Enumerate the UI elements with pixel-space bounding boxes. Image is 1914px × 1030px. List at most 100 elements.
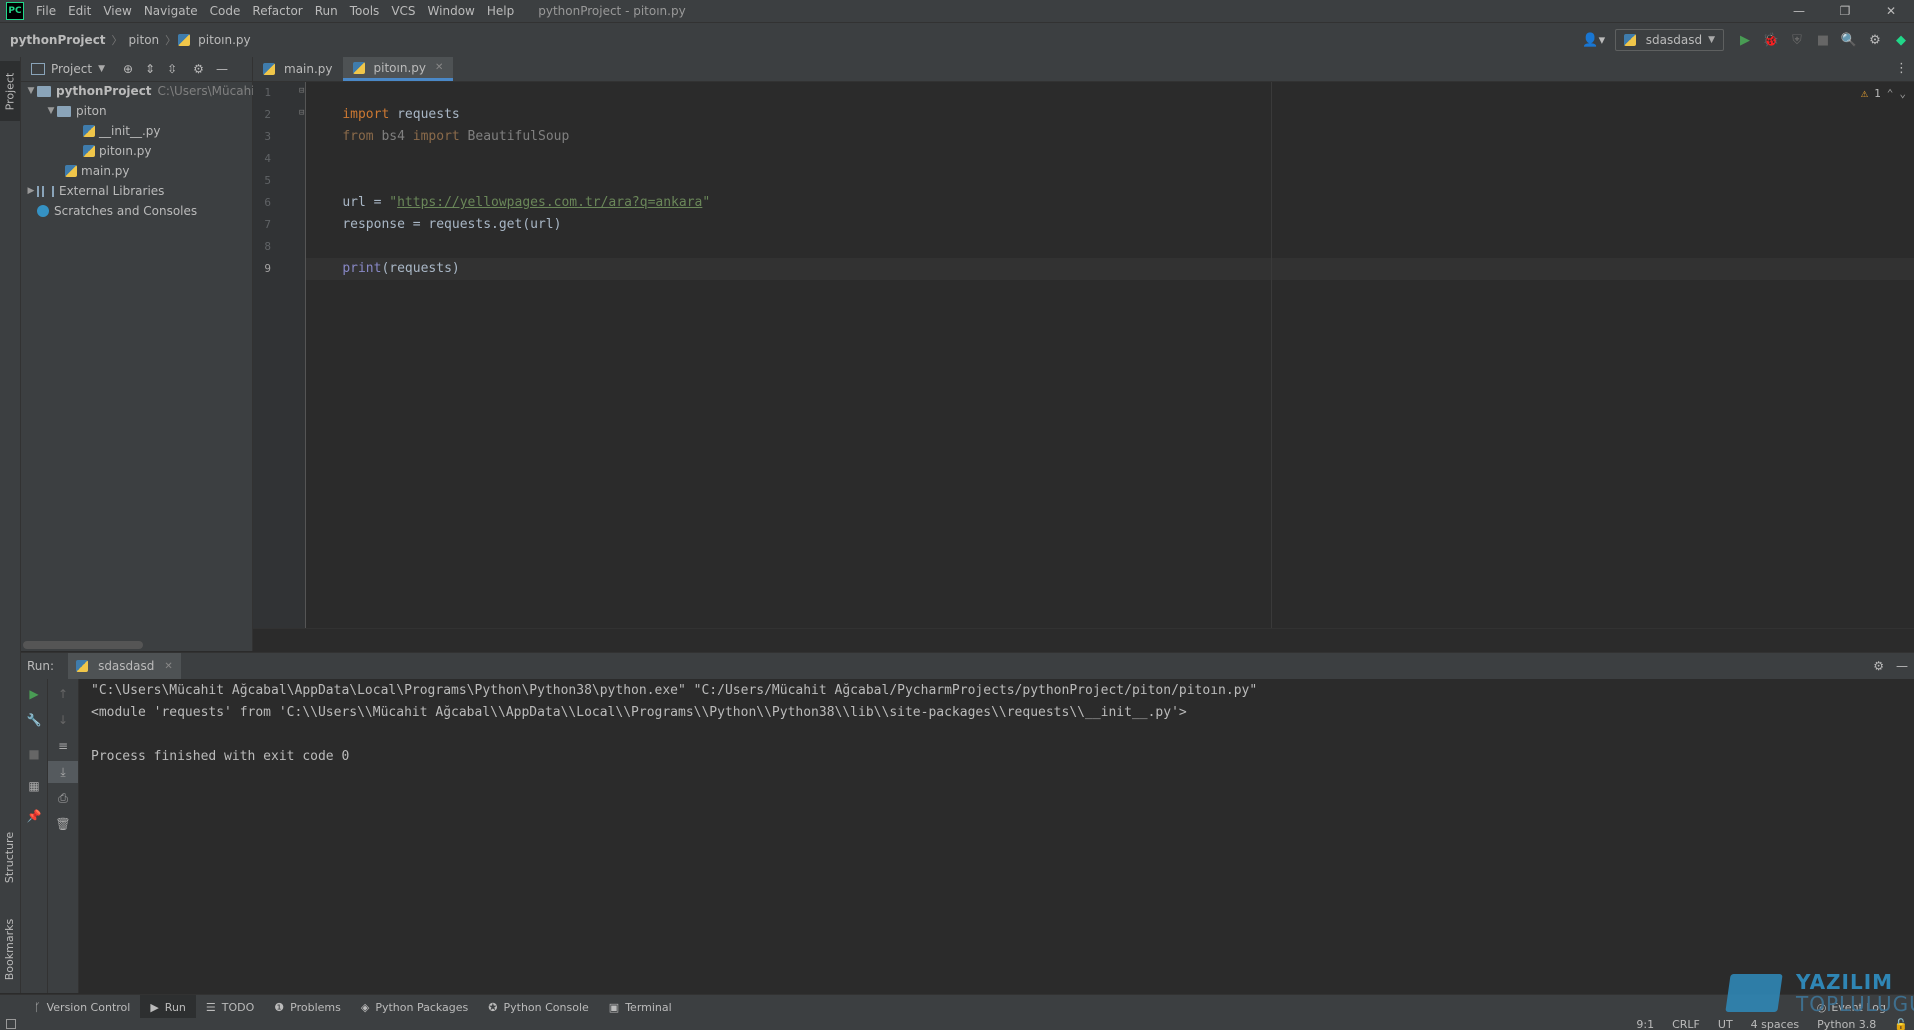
hide-icon[interactable]: — bbox=[216, 62, 228, 76]
gear-icon[interactable]: ⚙ bbox=[193, 62, 204, 76]
breadcrumb-file[interactable]: pitoın.py bbox=[194, 33, 254, 47]
code-line-8: print(requests) bbox=[311, 236, 459, 302]
python-console-icon: ✪ bbox=[488, 1000, 498, 1014]
gear-icon[interactable]: ⚙ bbox=[1873, 659, 1884, 673]
project-tool-tab[interactable]: Project bbox=[0, 61, 20, 121]
tab-main-py[interactable]: main.py bbox=[253, 57, 343, 81]
menu-edit[interactable]: Edit bbox=[62, 0, 97, 22]
line-number: 1 bbox=[264, 86, 271, 99]
collapse-all-icon[interactable]: ⇳ bbox=[167, 62, 177, 76]
layout-icon[interactable]: ▦ bbox=[21, 775, 47, 797]
code-editor[interactable]: 1 2 3 4 5 6 7 8 9 ⊟ ⊟ import requests fr… bbox=[253, 82, 1914, 628]
bookmarks-tool-tab[interactable]: Bookmarks bbox=[0, 907, 20, 991]
tree-item-main-py[interactable]: main.py bbox=[65, 161, 130, 181]
close-icon[interactable]: ✕ bbox=[164, 661, 172, 672]
python-interpreter[interactable]: Python 3.8 bbox=[1817, 1018, 1876, 1030]
wrench-icon[interactable]: 🔧 bbox=[21, 709, 47, 731]
project-view-title[interactable]: Project bbox=[51, 62, 92, 76]
search-icon[interactable]: 🔍 bbox=[1836, 27, 1862, 53]
debug-icon[interactable]: 🐞 bbox=[1758, 27, 1784, 53]
menu-bar: PC File Edit View Navigate Code Refactor… bbox=[0, 0, 1914, 22]
indent-setting[interactable]: 4 spaces bbox=[1751, 1018, 1800, 1030]
menu-navigate[interactable]: Navigate bbox=[138, 0, 204, 22]
menu-file[interactable]: File bbox=[30, 0, 62, 22]
arrow-up-icon[interactable]: ↑ bbox=[48, 683, 78, 705]
chevron-down-icon[interactable]: ⌄ bbox=[1899, 87, 1906, 100]
tab-version-control[interactable]: ᚴ Version Control bbox=[24, 995, 140, 1019]
run-label: Run: bbox=[27, 659, 55, 673]
settings-icon[interactable]: ⚙ bbox=[1862, 27, 1888, 53]
menu-run[interactable]: Run bbox=[309, 0, 344, 22]
structure-tool-tab[interactable]: Structure bbox=[0, 817, 20, 897]
python-file-icon bbox=[352, 61, 365, 74]
tab-python-console[interactable]: ✪ Python Console bbox=[478, 995, 599, 1019]
coverage-icon[interactable]: ⛨ bbox=[1784, 27, 1810, 53]
soft-wrap-icon[interactable]: ≡ bbox=[48, 735, 78, 757]
jetbrains-icon[interactable]: ◆ bbox=[1888, 27, 1914, 53]
locate-icon[interactable]: ⊕ bbox=[123, 62, 133, 76]
stop-icon[interactable]: ■ bbox=[21, 743, 47, 765]
tab-python-packages[interactable]: ◈ Python Packages bbox=[351, 995, 478, 1019]
run-tab-sdasdasd[interactable]: sdasdasd ✕ bbox=[68, 653, 181, 679]
tree-item-pitoin-py[interactable]: pitoın.py bbox=[83, 141, 151, 161]
rerun-icon[interactable]: ▶ bbox=[21, 683, 47, 705]
trash-icon[interactable]: 🗑 bbox=[48, 813, 78, 835]
caret-position[interactable]: 9:1 bbox=[1636, 1018, 1654, 1030]
fold-marker-icon[interactable]: ⊟ bbox=[299, 108, 304, 118]
arrow-down-icon[interactable]: ↓ bbox=[48, 709, 78, 731]
tab-problems[interactable]: ❶ Problems bbox=[264, 995, 351, 1019]
tab-pitoin-py[interactable]: pitoın.py ✕ bbox=[342, 57, 454, 81]
stop-icon[interactable]: ■ bbox=[1810, 27, 1836, 53]
chevron-down-icon[interactable]: ▼ bbox=[45, 101, 57, 121]
chevron-up-icon[interactable]: ⌃ bbox=[1887, 87, 1894, 100]
pycharm-logo: PC bbox=[6, 2, 24, 20]
menu-vcs[interactable]: VCS bbox=[385, 0, 421, 22]
tree-item-scratches[interactable]: Scratches and Consoles bbox=[37, 201, 197, 221]
fold-marker-icon[interactable]: ⊟ bbox=[299, 86, 304, 96]
run-toolbar: ▶ 🔧 ■ ▦ 📌 bbox=[21, 679, 48, 993]
close-window-button[interactable]: ✕ bbox=[1868, 0, 1914, 22]
tree-item-init-py[interactable]: __init__.py bbox=[83, 121, 161, 141]
scroll-to-end-icon[interactable]: ⤓ bbox=[48, 761, 78, 783]
pin-icon[interactable]: 📌 bbox=[21, 805, 47, 827]
print-icon[interactable]: ⎙ bbox=[48, 787, 78, 809]
chevron-right-icon[interactable]: ▶ bbox=[25, 181, 37, 201]
line-separator[interactable]: CRLF bbox=[1672, 1018, 1700, 1030]
chevron-down-icon[interactable]: ▼ bbox=[98, 64, 105, 74]
code-text: bs4 bbox=[373, 129, 413, 144]
hide-icon[interactable]: — bbox=[1896, 659, 1908, 673]
lock-icon[interactable]: 🔓 bbox=[1894, 1018, 1908, 1030]
expand-all-icon[interactable]: ⇕ bbox=[145, 62, 155, 76]
file-encoding[interactable]: UT bbox=[1718, 1018, 1733, 1030]
breadcrumb-project[interactable]: pythonProject bbox=[0, 33, 110, 47]
menu-window[interactable]: Window bbox=[422, 0, 481, 22]
menu-view[interactable]: View bbox=[97, 0, 137, 22]
run-configuration-selector[interactable]: sdasdasd ▼ bbox=[1614, 29, 1724, 51]
close-icon[interactable]: ✕ bbox=[435, 62, 443, 73]
python-file-icon bbox=[83, 125, 95, 137]
tree-item-piton[interactable]: ▼ piton bbox=[45, 101, 107, 121]
inspection-widget[interactable]: ⚠ 1 ⌃ ⌄ bbox=[1861, 86, 1906, 100]
right-margin-guide bbox=[1271, 82, 1272, 628]
menu-code[interactable]: Code bbox=[204, 0, 247, 22]
tab-todo[interactable]: ☰ TODO bbox=[196, 995, 264, 1019]
python-file-icon bbox=[83, 145, 95, 157]
tree-item-external-libraries[interactable]: ▶ External Libraries bbox=[25, 181, 165, 201]
minimize-button[interactable]: — bbox=[1776, 0, 1822, 22]
menu-tools[interactable]: Tools bbox=[344, 0, 386, 22]
tree-item-pythonproject[interactable]: ▼ pythonProject C:\Users\Mücahit A bbox=[25, 81, 272, 101]
toggle-tool-windows-icon[interactable] bbox=[6, 1019, 16, 1029]
menu-refactor[interactable]: Refactor bbox=[246, 0, 308, 22]
restore-button[interactable]: ❐ bbox=[1822, 0, 1868, 22]
project-horizontal-scrollbar[interactable] bbox=[23, 641, 143, 649]
tab-run[interactable]: ▶ Run bbox=[140, 995, 196, 1019]
user-icon[interactable]: 👤▾ bbox=[1581, 27, 1607, 53]
tab-terminal[interactable]: ▣ Terminal bbox=[599, 995, 682, 1019]
run-console[interactable]: "C:\Users\Mücahit Ağcabal\AppData\Local\… bbox=[79, 679, 1914, 993]
breadcrumb-folder[interactable]: piton bbox=[125, 33, 164, 47]
event-log-button[interactable]: ◎ Event Log bbox=[1817, 995, 1886, 1019]
run-icon[interactable]: ▶ bbox=[1732, 27, 1758, 53]
chevron-down-icon[interactable]: ▼ bbox=[25, 81, 37, 101]
menu-help[interactable]: Help bbox=[481, 0, 520, 22]
more-icon[interactable]: ⋮ bbox=[1895, 61, 1908, 76]
